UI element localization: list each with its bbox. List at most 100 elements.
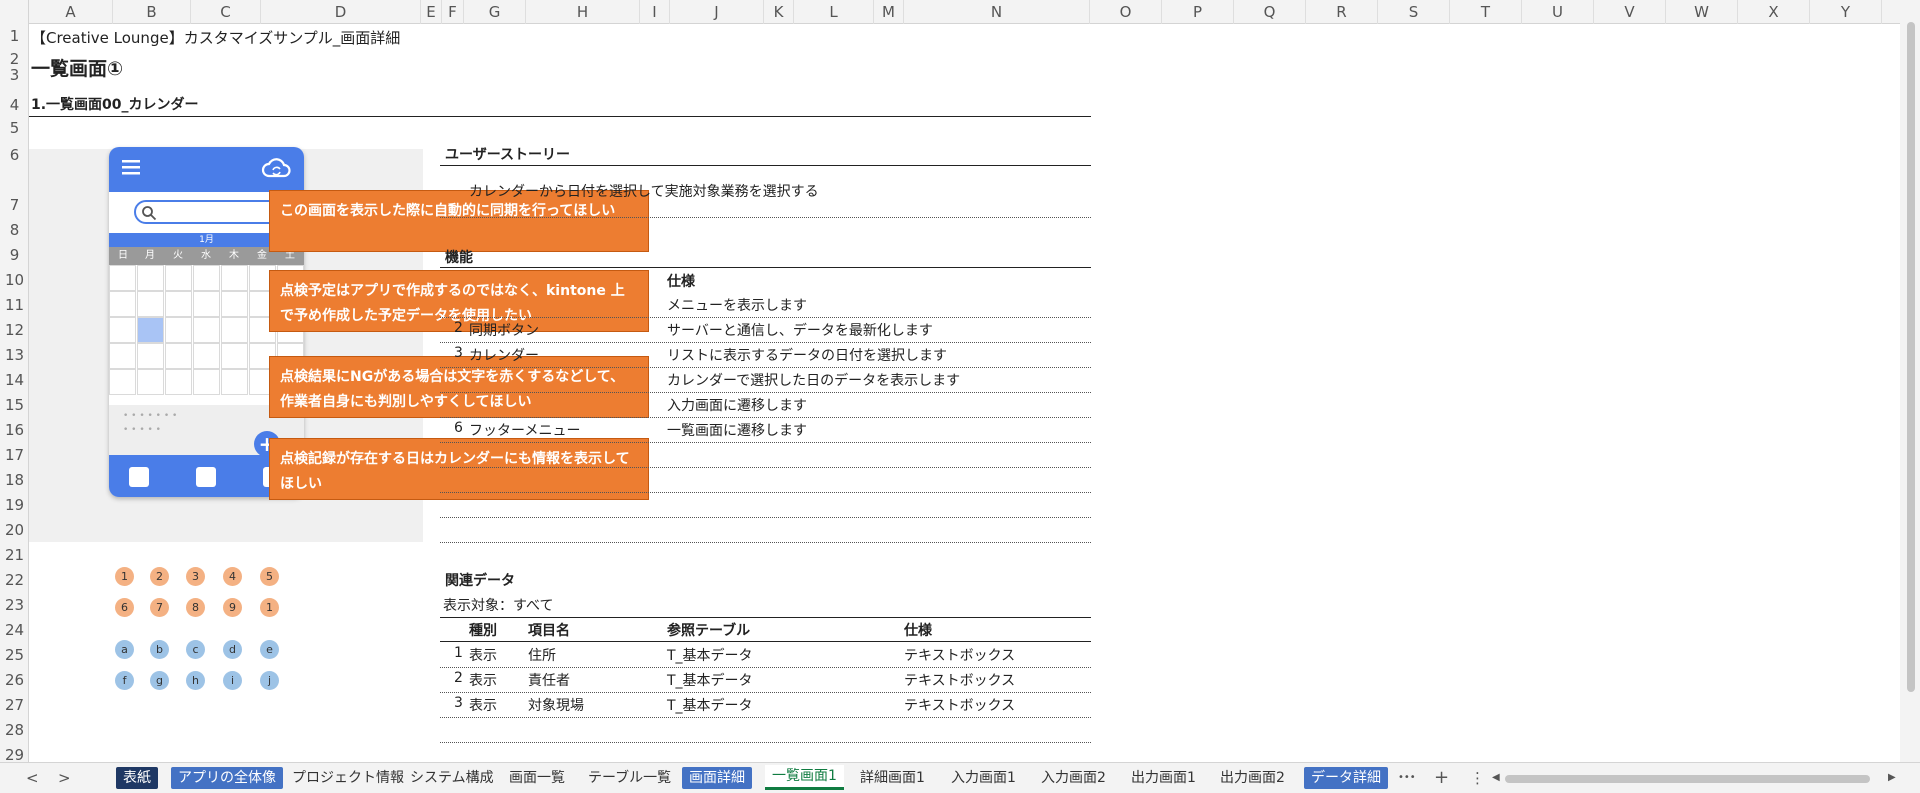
marker-orange[interactable]: 5 [260,567,279,586]
tab-table-list[interactable]: テーブル一覧 [581,767,678,789]
column-header-u[interactable]: U [1522,0,1594,24]
section-title[interactable]: 1.一覧画面00_カレンダー [31,94,199,114]
marker-blue[interactable]: c [186,640,205,659]
column-header-e[interactable]: E [421,0,442,24]
related-row-name[interactable]: 対象現場 [528,695,584,715]
tab-output-screen-2[interactable]: 出力画面2 [1213,767,1292,789]
tab-scroll-prev-icon[interactable]: < [26,767,39,789]
worksheet-grid[interactable]: 【Creative Lounge】カスタマイズサンプル_画面詳細 一覧画面① 1… [29,24,1900,762]
marker-orange[interactable]: 7 [150,598,169,617]
related-row-table[interactable]: T_基本データ [667,670,753,690]
select-all-corner[interactable] [0,0,29,24]
column-header-q[interactable]: Q [1234,0,1306,24]
feature-number[interactable]: 2 [454,320,463,336]
feature-spec[interactable]: リストに表示するデータの日付を選択します [667,345,947,365]
related-row-type[interactable]: 表示 [469,645,497,665]
row-header-19[interactable]: 19 [0,496,29,514]
row-header-7[interactable]: 7 [0,196,29,214]
related-row-table[interactable]: T_基本データ [667,695,753,715]
column-header-l[interactable]: L [794,0,874,24]
callout-calendar-info[interactable]: 点検記録が存在する日はカレンダーにも情報を表示してほしい [269,438,649,500]
callout-ng-highlight[interactable]: 点検結果にNGがある場合は文字を赤くするなどして、作業者自身にも判別しやすくして… [269,356,649,418]
column-header-s[interactable]: S [1378,0,1450,24]
more-tabs-icon[interactable]: ••• [1398,767,1416,789]
row-header-14[interactable]: 14 [0,371,29,389]
feature-name[interactable]: フッターメニュー [469,420,580,440]
row-header-4[interactable]: 4 [0,96,29,114]
marker-orange[interactable]: 1 [115,567,134,586]
document-title[interactable]: 【Creative Lounge】カスタマイズサンプル_画面詳細 [31,27,400,48]
marker-blue[interactable]: d [223,640,242,659]
related-row-number[interactable]: 1 [454,645,463,661]
hscroll-right-icon[interactable]: ▶ [1888,767,1896,789]
feature-spec[interactable]: 一覧画面に遷移します [667,420,807,440]
tab-screen-detail[interactable]: 画面詳細 [682,767,752,789]
marker-orange[interactable]: 6 [115,598,134,617]
marker-orange[interactable]: 1 [260,598,279,617]
related-header-spec[interactable]: 仕様 [904,620,932,640]
tab-app-overview[interactable]: アプリの全体像 [171,767,283,789]
related-header-table[interactable]: 参照テーブル [667,620,750,640]
feature-spec[interactable]: サーバーと通信し、データを最新化します [667,320,933,340]
row-header-5[interactable]: 5 [0,119,29,137]
related-header-name[interactable]: 項目名 [528,620,570,640]
marker-blue[interactable]: g [150,671,169,690]
marker-blue[interactable]: f [115,671,134,690]
related-header-type[interactable]: 種別 [469,620,497,640]
marker-orange[interactable]: 9 [223,598,242,617]
column-header-t[interactable]: T [1450,0,1522,24]
related-row-name[interactable]: 住所 [528,645,556,665]
column-header-k[interactable]: K [764,0,794,24]
hscroll-left-icon[interactable]: ◀ [1492,767,1500,789]
tab-detail-screen-1[interactable]: 詳細画面1 [853,767,932,789]
row-header-13[interactable]: 13 [0,346,29,364]
feature-name[interactable]: 同期ボタン [469,320,539,340]
marker-orange[interactable]: 2 [150,567,169,586]
column-header-m[interactable]: M [874,0,904,24]
horizontal-scrollbar-thumb[interactable] [1505,775,1870,783]
column-header-d[interactable]: D [261,0,421,24]
row-header-15[interactable]: 15 [0,396,29,414]
column-header-x[interactable]: X [1738,0,1810,24]
row-header-26[interactable]: 26 [0,671,29,689]
row-header-9[interactable]: 9 [0,246,29,264]
marker-orange[interactable]: 4 [223,567,242,586]
features-spec-header[interactable]: 仕様 [667,271,695,291]
tab-data-detail[interactable]: データ詳細 [1304,767,1388,789]
row-header-25[interactable]: 25 [0,646,29,664]
tab-scroll-next-icon[interactable]: > [58,767,71,789]
row-header-20[interactable]: 20 [0,521,29,539]
feature-spec[interactable]: カレンダーで選択した日のデータを表示します [667,370,960,390]
row-header-12[interactable]: 12 [0,321,29,339]
feature-number[interactable]: 6 [454,420,463,436]
marker-orange[interactable]: 8 [186,598,205,617]
marker-blue[interactable]: a [115,640,134,659]
tab-cover[interactable]: 表紙 [116,767,158,789]
column-header-y[interactable]: Y [1810,0,1882,24]
user-story-text[interactable]: カレンダーから日付を選択して実施対象業務を選択する [469,181,819,201]
related-row-spec[interactable]: テキストボックス [904,670,1015,690]
feature-spec[interactable]: 入力画面に遷移します [667,395,807,415]
add-sheet-icon[interactable]: + [1434,767,1449,789]
marker-blue[interactable]: b [150,640,169,659]
column-header-j[interactable]: J [670,0,764,24]
feature-number[interactable]: 3 [454,345,463,361]
row-header-27[interactable]: 27 [0,696,29,714]
tab-list-screen-1[interactable]: 一覧画面1 [765,765,844,790]
row-header-8[interactable]: 8 [0,221,29,239]
tab-output-screen-1[interactable]: 出力画面1 [1124,767,1203,789]
feature-spec[interactable]: メニューを表示します [667,295,807,315]
related-row-type[interactable]: 表示 [469,695,497,715]
column-header-f[interactable]: F [442,0,464,24]
features-title[interactable]: 機能 [445,247,473,267]
related-data-target[interactable]: 表示対象：すべて [443,595,553,615]
row-header-24[interactable]: 24 [0,621,29,639]
row-header-28[interactable]: 28 [0,721,29,739]
column-header-h[interactable]: H [526,0,640,24]
column-header-i[interactable]: I [640,0,670,24]
related-row-name[interactable]: 責任者 [528,670,570,690]
column-header-g[interactable]: G [464,0,526,24]
related-row-number[interactable]: 3 [454,695,463,711]
tab-input-screen-1[interactable]: 入力画面1 [944,767,1023,789]
column-header-n[interactable]: N [904,0,1090,24]
